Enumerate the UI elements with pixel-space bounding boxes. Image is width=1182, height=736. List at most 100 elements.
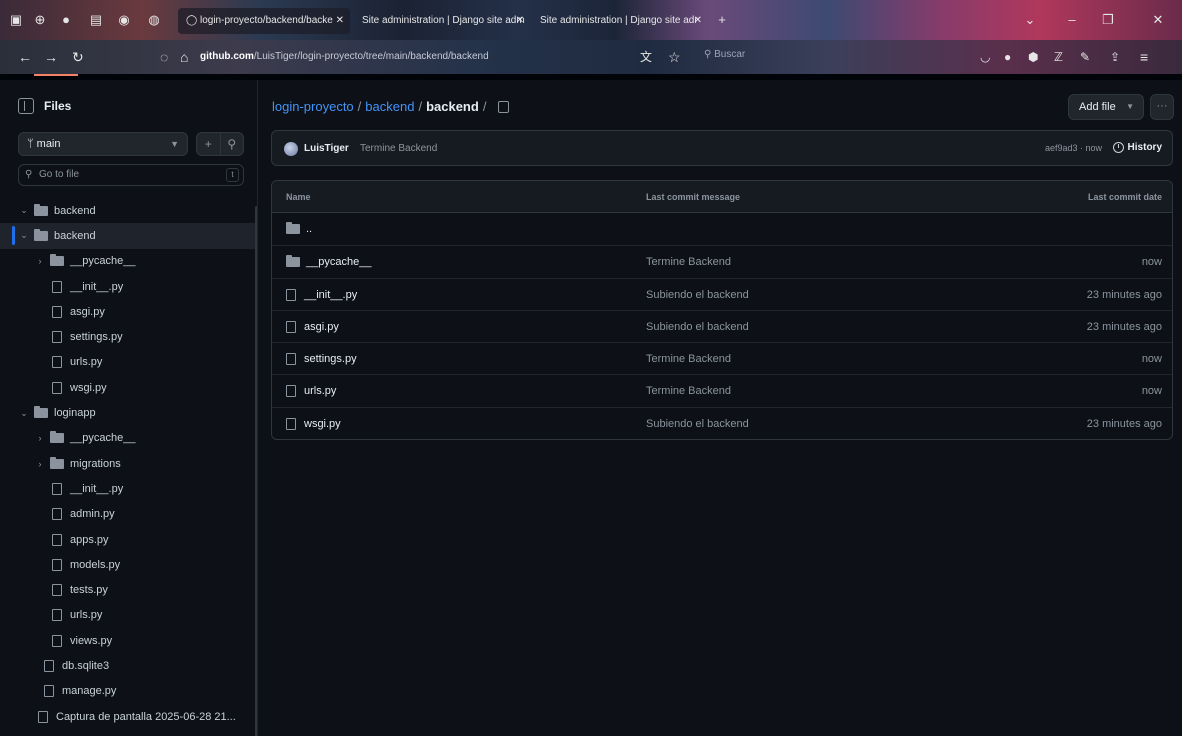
extension-icon-3[interactable]: ✎ bbox=[1080, 47, 1090, 67]
copy-path-icon[interactable] bbox=[498, 101, 510, 113]
git-branch-icon: ᛘ bbox=[27, 138, 37, 150]
avatar[interactable] bbox=[284, 142, 298, 156]
tree-file[interactable]: wsgi.py bbox=[0, 375, 257, 400]
go-to-file-input[interactable]: ⚲ Go to file t bbox=[18, 164, 244, 186]
commit-message[interactable]: Termine Backend bbox=[360, 143, 437, 154]
file-name-link[interactable]: .. bbox=[286, 222, 312, 235]
file-name-link[interactable]: urls.py bbox=[286, 385, 336, 398]
tree-folder[interactable]: › __pycache__ bbox=[0, 426, 257, 451]
pinned-tab-icon-3[interactable]: ◉ bbox=[114, 10, 134, 30]
tree-file[interactable]: apps.py bbox=[0, 527, 257, 552]
table-row[interactable]: urls.py Termine Backend now bbox=[272, 374, 1172, 406]
tree-folder[interactable]: ⌄ backend bbox=[0, 198, 257, 223]
close-tab-icon[interactable]: ✕ bbox=[336, 8, 344, 34]
chevron-right-icon[interactable]: › bbox=[34, 459, 46, 469]
address-bar[interactable]: github.com/LuisTiger/login-proyecto/tree… bbox=[200, 50, 489, 64]
file-icon bbox=[52, 634, 62, 647]
tree-folder[interactable]: ⌄ backend bbox=[0, 223, 257, 249]
tab-github[interactable]: ◯ login-proyecto/backend/backe ✕ bbox=[178, 8, 350, 34]
reload-icon[interactable]: ↻ bbox=[72, 47, 84, 67]
branch-selector[interactable]: ᛘ main ▼ bbox=[18, 132, 188, 156]
chevron-down-icon[interactable]: ⌄ bbox=[18, 205, 30, 216]
tab-overview-icon[interactable]: ▣ bbox=[6, 10, 26, 30]
commit-message-link[interactable]: Termine Backend bbox=[646, 256, 731, 268]
history-label: History bbox=[1127, 142, 1162, 153]
table-row[interactable]: settings.py Termine Backend now bbox=[272, 342, 1172, 374]
tree-file[interactable]: tests.py bbox=[0, 577, 257, 602]
tab-list-chevron-icon[interactable]: ⌄ bbox=[1020, 10, 1040, 30]
chevron-right-icon[interactable]: › bbox=[34, 256, 46, 266]
commit-message-link[interactable]: Termine Backend bbox=[646, 353, 731, 365]
tab-django-admin-1[interactable]: Site administration | Django site adm ✕ bbox=[354, 8, 530, 34]
tree-file[interactable]: urls.py bbox=[0, 350, 257, 375]
tree-folder[interactable]: ⌄ loginapp bbox=[0, 400, 257, 425]
commit-message-link[interactable]: Termine Backend bbox=[646, 385, 731, 397]
pinned-tab-icon-4[interactable]: ◍ bbox=[144, 10, 164, 30]
extension-icon[interactable]: ● bbox=[1004, 47, 1011, 67]
table-row[interactable]: __pycache__ Termine Backend now bbox=[272, 245, 1172, 277]
tree-file[interactable]: admin.py bbox=[0, 502, 257, 527]
branch-name: main bbox=[36, 138, 61, 150]
tree-file[interactable]: asgi.py bbox=[0, 299, 257, 324]
add-file-plus-icon[interactable]: + bbox=[197, 133, 220, 155]
commit-message-link[interactable]: Subiendo el backend bbox=[646, 289, 749, 301]
chevron-down-icon[interactable]: ⌄ bbox=[18, 230, 30, 241]
tree-file[interactable]: settings.py bbox=[0, 324, 257, 349]
tree-file[interactable]: db.sqlite3 bbox=[0, 653, 257, 678]
file-icon bbox=[52, 558, 62, 571]
add-file-button[interactable]: Add file ▼ bbox=[1068, 94, 1144, 120]
table-row[interactable]: .. bbox=[272, 213, 1172, 245]
tree-file[interactable]: __init__.py bbox=[0, 274, 257, 299]
tree-folder[interactable]: › __pycache__ bbox=[0, 249, 257, 274]
collapse-panel-icon[interactable] bbox=[18, 98, 34, 114]
table-row[interactable]: asgi.py Subiendo el backend 23 minutes ago bbox=[272, 309, 1172, 342]
extension-icon-2[interactable]: ℤ bbox=[1054, 47, 1063, 67]
tree-file[interactable]: Captura de pantalla 2025-06-28 21... bbox=[0, 704, 257, 729]
file-name-link[interactable]: __pycache__ bbox=[286, 255, 371, 268]
back-icon[interactable]: ← bbox=[18, 47, 32, 67]
file-name-link[interactable]: asgi.py bbox=[286, 320, 339, 333]
breadcrumb-repo-link[interactable]: login-proyecto bbox=[272, 99, 354, 115]
tree-file[interactable]: models.py bbox=[0, 552, 257, 577]
tree-file[interactable]: __init__.py bbox=[0, 476, 257, 501]
minimize-icon[interactable]: – bbox=[1062, 10, 1082, 30]
commit-message-link[interactable]: Subiendo el backend bbox=[646, 321, 749, 333]
tree-file[interactable]: views.py bbox=[0, 628, 257, 653]
new-tab-button[interactable]: + bbox=[712, 10, 732, 30]
search-field[interactable]: ⚲ Buscar bbox=[704, 49, 745, 60]
translate-icon[interactable]: 文 bbox=[640, 47, 652, 67]
close-window-icon[interactable]: ✕ bbox=[1148, 10, 1168, 30]
extension-globe-icon[interactable]: ⊕ bbox=[30, 10, 50, 30]
bookmark-star-icon[interactable]: ☆ bbox=[668, 47, 681, 67]
shield-extension-icon[interactable]: ⬢ bbox=[1028, 47, 1038, 67]
search-icon[interactable]: ⚲ bbox=[219, 133, 244, 155]
commit-author[interactable]: LuisTiger bbox=[304, 143, 349, 154]
file-name-link[interactable]: wsgi.py bbox=[286, 417, 341, 430]
commit-hash-time[interactable]: aef9ad3 · now bbox=[1045, 143, 1102, 153]
file-name-link[interactable]: settings.py bbox=[286, 353, 357, 366]
close-tab-icon[interactable]: ✕ bbox=[694, 8, 702, 34]
chevron-down-icon[interactable]: ⌄ bbox=[18, 408, 30, 419]
file-name: wsgi.py bbox=[304, 417, 341, 430]
restore-icon[interactable]: ❐ bbox=[1098, 10, 1118, 30]
tab-django-admin-2[interactable]: Site administration | Django site adr ✕ bbox=[532, 8, 708, 34]
table-row[interactable]: wsgi.py Subiendo el backend 23 minutes ago bbox=[272, 406, 1172, 439]
breadcrumb-folder-link[interactable]: backend bbox=[365, 99, 414, 115]
table-row[interactable]: __init__.py Subiendo el backend 23 minutes… bbox=[272, 277, 1172, 310]
history-button[interactable]: History bbox=[1112, 142, 1162, 153]
tree-file[interactable]: urls.py bbox=[0, 603, 257, 628]
pinned-tab-icon-2[interactable]: ▤ bbox=[86, 10, 106, 30]
pocket-icon[interactable]: ◡ bbox=[980, 47, 990, 67]
share-icon[interactable]: ⇪ bbox=[1110, 47, 1120, 67]
file-name-link[interactable]: __init__.py bbox=[286, 288, 357, 301]
tree-folder[interactable]: › migrations bbox=[0, 451, 257, 476]
more-options-button[interactable]: ··· bbox=[1150, 94, 1174, 120]
forward-icon[interactable]: → bbox=[44, 47, 58, 67]
close-tab-icon[interactable]: ✕ bbox=[516, 8, 524, 34]
menu-icon[interactable]: ≡ bbox=[1140, 47, 1148, 67]
chevron-right-icon[interactable]: › bbox=[34, 433, 46, 443]
tree-file[interactable]: manage.py bbox=[0, 679, 257, 704]
shield-icon[interactable]: ◌ bbox=[160, 47, 168, 67]
pinned-tab-icon[interactable]: ● bbox=[56, 10, 76, 30]
commit-message-link[interactable]: Subiendo el backend bbox=[646, 418, 749, 430]
